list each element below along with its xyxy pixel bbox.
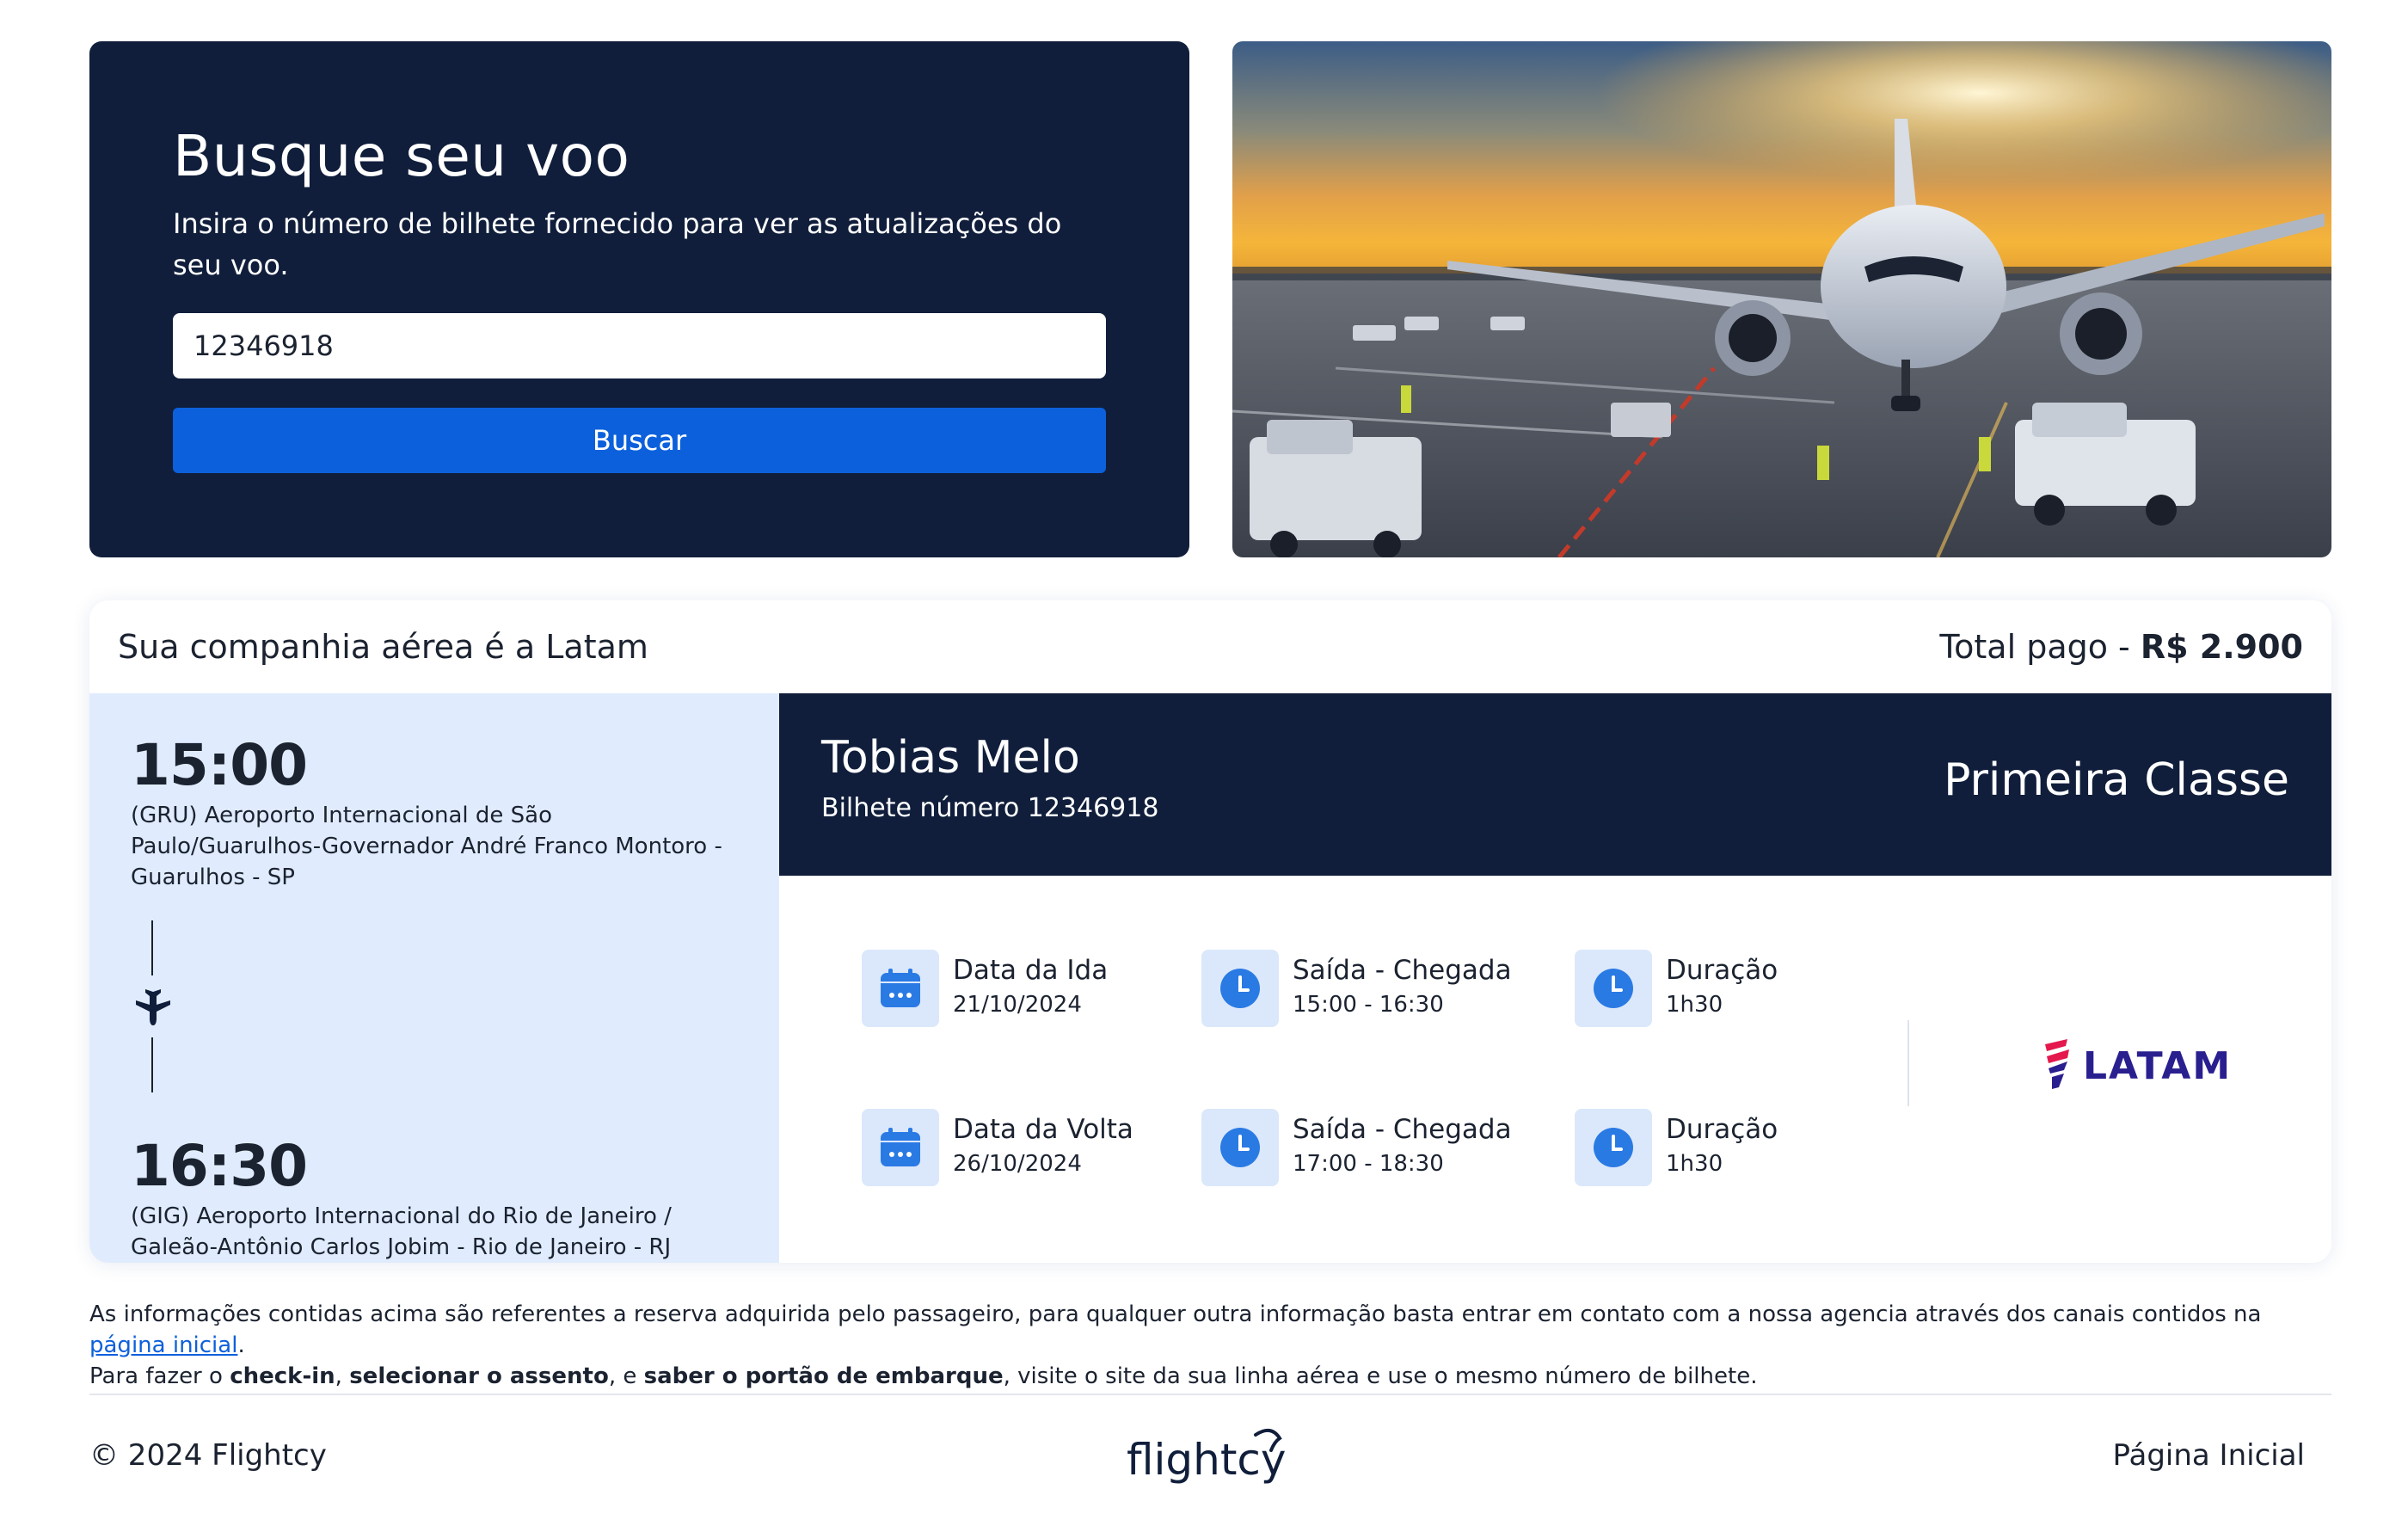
separator-2: , e bbox=[608, 1363, 644, 1389]
flightcy-logo-text: flightcy bbox=[1127, 1435, 1287, 1485]
latam-logo: LATAM bbox=[2045, 1039, 2232, 1089]
total-paid-value: R$ 2.900 bbox=[2140, 628, 2303, 666]
return-times-label: Saída - Chegada bbox=[1293, 1114, 1512, 1145]
travel-class: Primeira Classe bbox=[1944, 754, 2289, 806]
outbound-times-value: 15:00 - 16:30 bbox=[1293, 992, 1444, 1018]
flight-details: Data da Ida 21/10/2024 Saída - Chegada 1… bbox=[779, 876, 2331, 1263]
home-page-link[interactable]: página inicial bbox=[89, 1332, 237, 1358]
disclaimer-text: As informações contidas acima são refere… bbox=[89, 1299, 2331, 1392]
clock-icon bbox=[1201, 950, 1279, 1027]
calendar-icon bbox=[862, 1109, 939, 1186]
return-duration-item: Duração 1h30 bbox=[1575, 1109, 1778, 1186]
hero-airplane-image bbox=[1232, 41, 2331, 557]
outbound-duration-text: Duração 1h30 bbox=[1666, 950, 1778, 1022]
outbound-times-item: Saída - Chegada 15:00 - 16:30 bbox=[1201, 950, 1512, 1027]
clock-icon bbox=[1201, 1109, 1279, 1186]
return-duration-label: Duração bbox=[1666, 1114, 1778, 1145]
disclaimer-line-2-end: , visite o site da sua linha aérea e use… bbox=[1003, 1363, 1758, 1389]
vertical-divider bbox=[1907, 1020, 1909, 1106]
return-times-text: Saída - Chegada 17:00 - 18:30 bbox=[1293, 1109, 1512, 1181]
svg-text:LATAM: LATAM bbox=[2083, 1044, 2232, 1088]
page: Busque seu voo Insira o número de bilhet… bbox=[0, 0, 2408, 1526]
outbound-date-item: Data da Ida 21/10/2024 bbox=[862, 950, 1108, 1027]
outbound-duration-label: Duração bbox=[1666, 955, 1778, 986]
boarding-gate-text: saber o portão de embarque bbox=[643, 1363, 1004, 1389]
outbound-duration-value: 1h30 bbox=[1666, 992, 1723, 1018]
footer-home-link[interactable]: Página Inicial bbox=[2113, 1438, 2305, 1473]
return-date-text: Data da Volta 26/10/2024 bbox=[953, 1109, 1133, 1181]
outbound-times-text: Saída - Chegada 15:00 - 16:30 bbox=[1293, 950, 1512, 1022]
outbound-date-value: 21/10/2024 bbox=[953, 992, 1082, 1018]
total-paid-label: Total pago - bbox=[1939, 628, 2141, 666]
search-panel: Busque seu voo Insira o número de bilhet… bbox=[89, 41, 1189, 557]
booking-card-header: Sua companhia aérea é a Latam Total pago… bbox=[89, 600, 2331, 693]
return-duration-text: Duração 1h30 bbox=[1666, 1109, 1778, 1181]
disclaimer-line-2: Para fazer o check-in, selecionar o asse… bbox=[89, 1361, 2331, 1392]
outbound-times-label: Saída - Chegada bbox=[1293, 955, 1512, 986]
departure-airport: (GRU) Aeroporto Internacional de São Pau… bbox=[131, 803, 722, 890]
clock-icon bbox=[1575, 950, 1652, 1027]
route-connector bbox=[131, 893, 738, 1132]
clock-icon bbox=[1575, 1109, 1652, 1186]
search-button[interactable]: Buscar bbox=[173, 408, 1106, 473]
departure-time: 15:00 bbox=[131, 732, 308, 798]
return-date-item: Data da Volta 26/10/2024 bbox=[862, 1109, 1133, 1186]
route-line-bottom bbox=[151, 1037, 153, 1092]
outbound-date-text: Data da Ida 21/10/2024 bbox=[953, 950, 1108, 1022]
return-duration-value: 1h30 bbox=[1666, 1151, 1723, 1177]
calendar-icon bbox=[862, 950, 939, 1027]
search-title: Busque seu voo bbox=[173, 123, 630, 189]
disclaimer-line-1: As informações contidas acima são refere… bbox=[89, 1299, 2331, 1361]
return-times-item: Saída - Chegada 17:00 - 18:30 bbox=[1201, 1109, 1512, 1186]
total-paid: Total pago - R$ 2.900 bbox=[1939, 628, 2303, 666]
passenger-header: Tobias Melo Bilhete número 12346918 Prim… bbox=[779, 693, 2331, 876]
footer-copyright: © 2024 Flightcy bbox=[89, 1438, 327, 1473]
return-date-label: Data da Volta bbox=[953, 1114, 1133, 1145]
airplane-icon bbox=[136, 989, 170, 1025]
return-times-value: 17:00 - 18:30 bbox=[1293, 1151, 1444, 1177]
search-subtitle: Insira o número de bilhete fornecido par… bbox=[173, 207, 1062, 281]
airline-text: Sua companhia aérea é a Latam bbox=[118, 628, 648, 666]
ticket-number-input[interactable] bbox=[173, 313, 1106, 378]
outbound-date-label: Data da Ida bbox=[953, 955, 1109, 986]
select-seat-text: selecionar o assento bbox=[349, 1363, 609, 1389]
route-panel: 15:00 (GRU) Aeroporto Internacional de S… bbox=[89, 693, 779, 1263]
booking-card: Sua companhia aérea é a Latam Total pago… bbox=[89, 600, 2331, 1263]
route-line-top bbox=[151, 920, 153, 975]
footer-divider bbox=[89, 1394, 2331, 1395]
flightcy-logo[interactable]: flightcy bbox=[1127, 1424, 1290, 1490]
arrival-time: 16:30 bbox=[131, 1133, 308, 1199]
disclaimer-line-2-start: Para fazer o bbox=[89, 1363, 230, 1389]
separator-1: , bbox=[335, 1363, 350, 1389]
outbound-duration-item: Duração 1h30 bbox=[1575, 950, 1778, 1027]
disclaimer-line-1-end: . bbox=[237, 1332, 245, 1358]
return-date-value: 26/10/2024 bbox=[953, 1151, 1082, 1177]
checkin-text: check-in bbox=[230, 1363, 335, 1389]
disclaimer-line-1-text: As informações contidas acima são refere… bbox=[89, 1301, 2262, 1327]
arrival-airport: (GIG) Aeroporto Internacional do Rio de … bbox=[131, 1203, 672, 1260]
